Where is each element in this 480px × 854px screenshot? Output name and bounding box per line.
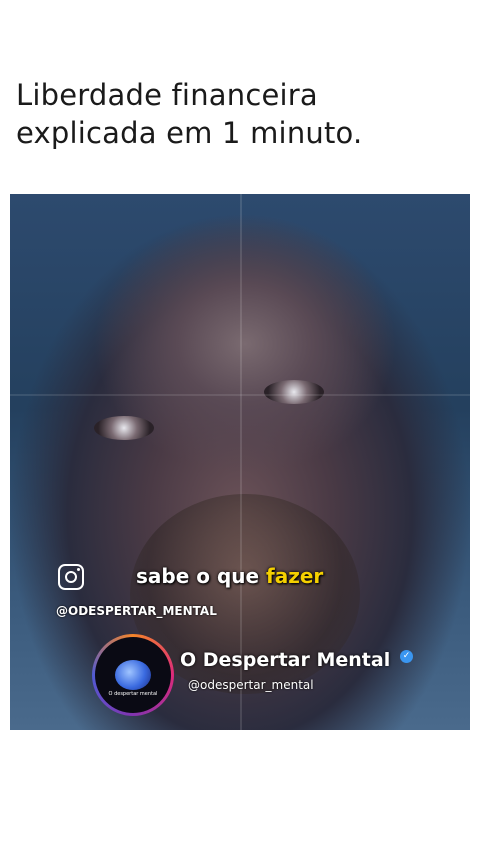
brain-icon: [115, 660, 151, 690]
caption-text: sabe o que: [136, 564, 267, 588]
fold-crease-horizontal: [10, 394, 470, 396]
headline-line-1: Liberdade financeira: [16, 78, 318, 112]
profile-avatar[interactable]: O despertar mental: [92, 634, 174, 716]
avatar-label: O despertar mental: [108, 691, 158, 697]
video-caption: sabe o que fazer: [136, 564, 323, 588]
face-right-eye: [264, 380, 324, 404]
face-left-eye: [94, 416, 154, 440]
video-frame[interactable]: sabe o que fazer @ODESPERTAR_MENTAL O de…: [10, 194, 470, 730]
verified-check-icon: ✓: [400, 650, 413, 663]
account-name[interactable]: O Despertar Mental: [180, 649, 390, 671]
instagram-icon: [58, 564, 84, 590]
instagram-handle-watermark: @ODESPERTAR_MENTAL: [56, 604, 217, 618]
post-headline: Liberdade financeira explicada em 1 minu…: [16, 76, 456, 152]
caption-highlight: fazer: [266, 564, 324, 588]
avatar-image: O despertar mental: [95, 637, 171, 713]
headline-line-2: explicada em 1 minuto.: [16, 116, 363, 150]
account-handle[interactable]: @odespertar_mental: [188, 678, 314, 692]
